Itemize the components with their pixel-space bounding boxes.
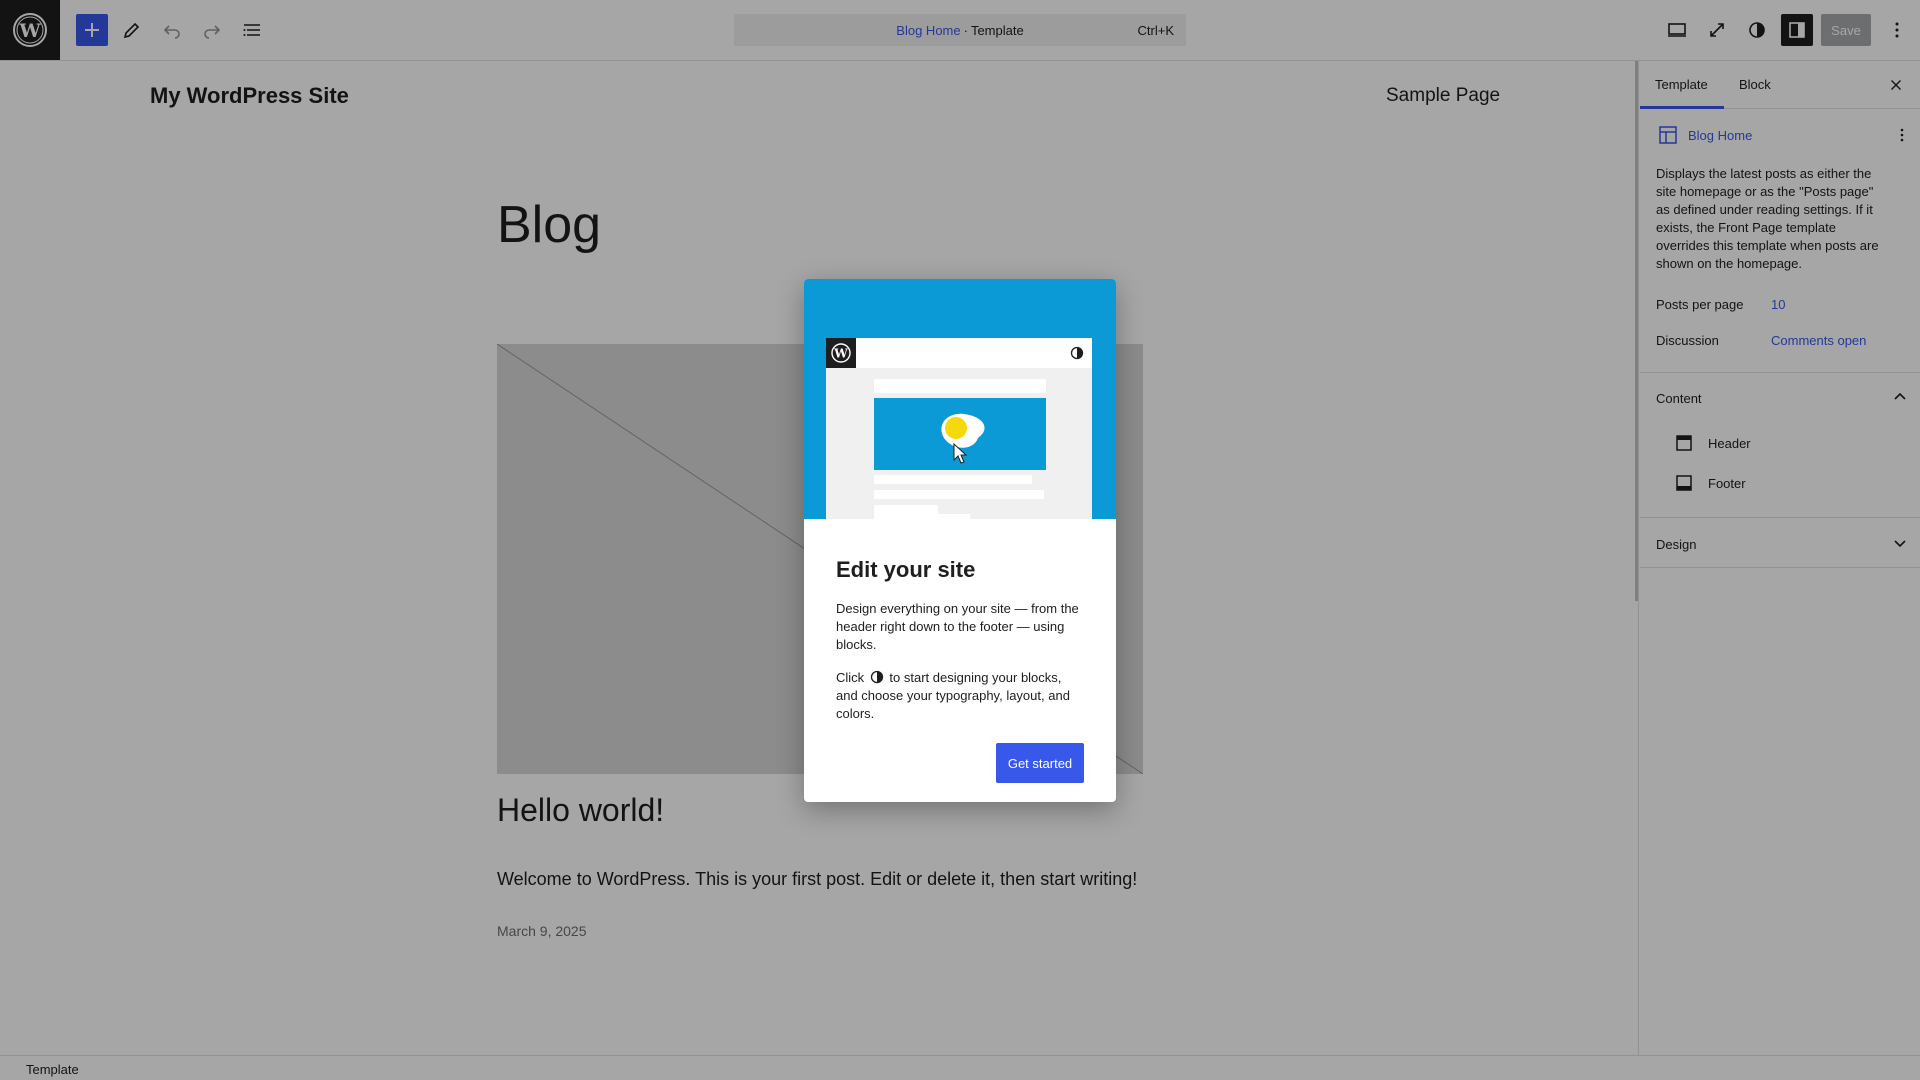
modal-paragraph: Click to start designing your blocks, an… — [836, 669, 1086, 723]
illustration-line — [874, 490, 1044, 499]
illustration-line — [874, 475, 1032, 484]
welcome-guide-modal: W Edit your site Design everything on yo… — [804, 279, 1116, 802]
illustration-topbar — [826, 338, 1092, 368]
illustration-line — [874, 514, 970, 519]
guide-illustration: W — [804, 279, 1116, 519]
svg-text:W: W — [833, 347, 848, 361]
illustration-browser: W — [826, 338, 1092, 519]
modal-title: Edit your site — [836, 557, 976, 582]
illustration-hero-block — [874, 398, 1046, 470]
egg-icon — [941, 413, 985, 464]
modal-paragraph: Design everything on your site — from th… — [836, 601, 1079, 652]
styles-icon — [870, 670, 883, 684]
get-started-button[interactable]: Get started — [996, 743, 1084, 783]
styles-icon — [1070, 346, 1084, 360]
illustration-line — [874, 379, 1046, 393]
wordpress-icon: W — [826, 338, 856, 368]
illustration-line — [874, 505, 938, 514]
modal-text-before: Click — [836, 670, 865, 685]
